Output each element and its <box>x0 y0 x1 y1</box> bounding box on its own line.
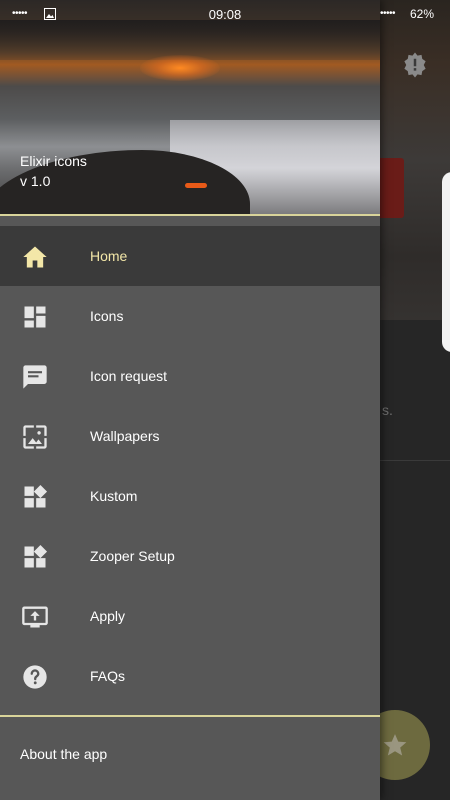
drawer-header: Elixir icons v 1.0 <box>0 0 380 216</box>
signal-strength-right: ••••• <box>380 8 396 19</box>
help-circle-icon <box>23 665 47 689</box>
battery-level: 62% <box>410 7 435 21</box>
widgets-icon <box>24 484 48 508</box>
background-side-card <box>442 172 450 352</box>
star-icon <box>383 734 407 756</box>
nav-item-label: Icon request <box>90 368 168 384</box>
app-version: v 1.0 <box>20 173 51 189</box>
nav-item-label: Kustom <box>90 488 138 504</box>
about-label: About the app <box>20 746 108 762</box>
background-text: s. <box>382 402 393 418</box>
dashboard-icon <box>24 306 46 328</box>
nav-list: Home Icons Icon request Wallpapers Kusto… <box>0 226 380 706</box>
wallpaper-icon <box>23 425 47 449</box>
status-bar: ••••• 09:08 ••••• 62% <box>0 0 450 30</box>
nav-item-label: Home <box>90 248 128 264</box>
background-card <box>376 158 404 218</box>
home-icon <box>23 246 47 268</box>
header-sunset <box>140 55 220 81</box>
nav-item-icons[interactable]: Icons <box>0 286 380 346</box>
nav-item-home[interactable]: Home <box>0 226 380 286</box>
nav-item-wallpapers[interactable]: Wallpapers <box>0 406 380 466</box>
background-divider <box>380 460 450 461</box>
nav-item-label: Apply <box>90 608 126 624</box>
nav-item-label: FAQs <box>90 668 126 684</box>
header-lava <box>185 183 207 188</box>
nav-item-zooper-setup[interactable]: Zooper Setup <box>0 526 380 586</box>
nav-item-label: Wallpapers <box>90 428 160 444</box>
nav-item-kustom[interactable]: Kustom <box>0 466 380 526</box>
nav-item-apply[interactable]: Apply <box>0 586 380 646</box>
nav-item-faqs[interactable]: FAQs <box>0 646 380 706</box>
nav-item-label: Zooper Setup <box>90 548 175 564</box>
widgets-icon <box>24 544 48 568</box>
navigation-drawer: Elixir icons v 1.0 Home Icons Icon reque… <box>0 0 380 800</box>
apply-icon <box>22 606 48 628</box>
footer-divider <box>0 715 380 717</box>
app-title: Elixir icons <box>20 153 87 169</box>
nav-item-about[interactable]: About the app <box>0 724 380 784</box>
chat-bubble-icon <box>23 365 47 389</box>
nav-item-icon-request[interactable]: Icon request <box>0 346 380 406</box>
settings-icon[interactable] <box>400 50 430 80</box>
header-divider <box>0 214 380 216</box>
nav-item-label: Icons <box>90 308 124 324</box>
